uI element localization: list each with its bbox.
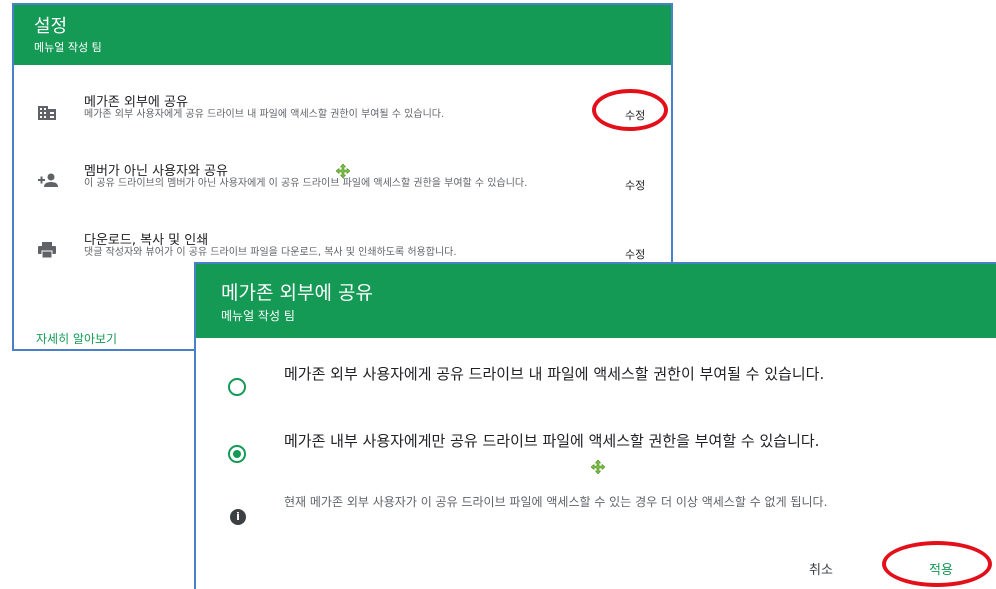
print-icon bbox=[38, 242, 56, 259]
settings-title: 설정 bbox=[34, 16, 68, 37]
move-cursor-icon bbox=[336, 164, 350, 178]
person-add-icon bbox=[38, 172, 58, 188]
option-label: 메가존 내부 사용자에게만 공유 드라이브 파일에 액세스할 권한을 부여할 수… bbox=[284, 432, 820, 450]
share-outside-dialog: 메가존 외부에 공유 메뉴얼 작성 팀 메가존 외부 사용자에게 공유 드라이브… bbox=[194, 262, 996, 589]
info-icon: i bbox=[230, 509, 246, 525]
annotation-ellipse bbox=[882, 541, 992, 587]
setting-description: 메가존 외부 사용자에게 공유 드라이브 내 파일에 액세스할 권한이 부여될 … bbox=[84, 109, 445, 120]
option-label: 메가존 외부 사용자에게 공유 드라이브 내 파일에 액세스할 권한이 부여될 … bbox=[284, 365, 825, 383]
edit-button[interactable]: 수정 bbox=[625, 177, 645, 193]
dialog-header: 메가존 외부에 공유 메뉴얼 작성 팀 bbox=[196, 264, 996, 338]
move-cursor-icon bbox=[591, 460, 605, 474]
settings-subtitle: 메뉴얼 작성 팀 bbox=[34, 41, 102, 54]
radio-button-selected[interactable] bbox=[228, 445, 246, 463]
radio-button[interactable] bbox=[228, 378, 246, 396]
setting-description: 댓글 작성자와 뷰어가 이 공유 드라이브 파일을 다운로드, 복사 및 인쇄하… bbox=[84, 247, 457, 258]
building-icon bbox=[38, 105, 56, 121]
info-text: 현재 메가존 외부 사용자가 이 공유 드라이브 파일에 액세스할 수 있는 경… bbox=[284, 495, 828, 509]
edit-button[interactable]: 수정 bbox=[625, 246, 645, 262]
dialog-title: 메가존 외부에 공유 bbox=[221, 282, 373, 304]
dialog-subtitle: 메뉴얼 작성 팀 bbox=[221, 309, 295, 323]
setting-description: 이 공유 드라이브의 멤버가 아닌 사용자에게 이 공유 드라이브 파일에 액세… bbox=[84, 178, 528, 189]
annotation-ellipse bbox=[592, 89, 668, 131]
learn-more-link[interactable]: 자세히 알아보기 bbox=[36, 330, 117, 347]
settings-header: 설정 메뉴얼 작성 팀 bbox=[14, 5, 671, 65]
cancel-button[interactable]: 취소 bbox=[809, 559, 833, 578]
